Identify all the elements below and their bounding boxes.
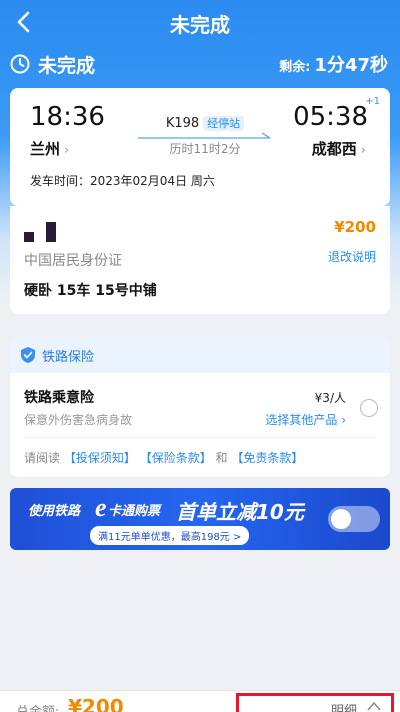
promo-subtext: 满11元单单优惠，最高198元 > [90,526,250,545]
chevron-right-icon: › [360,143,366,158]
countdown: 剩余: 1分47秒 [279,51,388,77]
order-status-label: 未完成 [38,54,96,77]
price-detail-button[interactable]: 明细 [236,693,394,712]
promo-headline: 首单立减10元 [176,500,304,524]
stops-button[interactable]: 经停站 [203,116,245,131]
disclaimer-link[interactable]: 【免责条款】 [231,451,303,465]
bottom-bar: 总金额: ¥200 明细 [0,690,400,712]
route-arrow-icon [138,132,271,139]
passenger-name-redacted [24,222,64,244]
insurance-terms: 请阅读 【投保须知】 【保险条款】 和 【免责条款】 [24,449,303,466]
trip-duration: 历时11时2分 [169,142,241,156]
insurance-radio[interactable] [360,399,378,417]
total-label: 总金额: [16,701,59,712]
refund-policy-link[interactable]: 退改说明 [328,248,376,265]
train-info: K198 经停站 [140,112,270,131]
top-bar: 未完成 [0,0,400,46]
insurance-price: ¥3/人 [314,391,346,405]
departure-time: 18:36 [30,102,105,132]
insurance-card: 铁路保险 铁路乘意险 保意外伤害急病身故 ¥3/人 选择其他产品 › 请阅读 【… [10,337,390,477]
passenger-card: ¥200 中国居民身份证 退改说明 硬卧 15车 15号中铺 [10,206,390,314]
promo-toggle[interactable] [328,506,380,532]
detail-label: 明细 [330,704,357,712]
insurance-notice-link[interactable]: 【投保须知】 [64,451,136,465]
insurance-product-name: 铁路乘意险 [24,390,94,406]
select-other-product-link[interactable]: 选择其他产品 › [265,411,346,428]
countdown-value: 1分47秒 [314,55,388,76]
back-chevron-icon [17,11,30,33]
back-button[interactable] [10,8,38,36]
chevron-right-icon: › [64,143,70,158]
insurance-product-desc: 保意外伤害急病身故 [24,413,133,427]
departure-station[interactable]: 兰州 › [30,138,69,159]
arrival-station[interactable]: 成都西 › [312,138,366,159]
total-value: ¥200 [68,695,124,712]
terms-prefix: 请阅读 [24,451,61,465]
toggle-knob [331,509,351,529]
id-type: 中国居民身份证 [24,253,122,269]
arrival-day-offset: +1 [365,96,380,107]
arrival-time: 05:38 [293,102,368,132]
shield-icon [21,347,35,363]
promo-banner[interactable]: 使用铁路 卡通购票 e 首单立减10元 满11元单单优惠，最高198元 > [10,488,390,550]
divider [24,437,376,438]
seat-info: 硬卧 15车 15号中铺 [24,283,157,299]
terms-and: 和 [215,451,228,465]
arrival-station-name: 成都西 [311,140,357,158]
ticket-price: ¥200 [334,218,376,236]
svg-text:e: e [95,493,107,522]
trip-card: 18:36 05:38 +1 兰州 › 成都西 › K198 经停站 历时11时2分 … [10,88,390,206]
insurance-clause-link[interactable]: 【保险条款】 [140,451,212,465]
countdown-label: 剩余: [279,60,311,75]
insurance-header: 铁路保险 [10,337,390,373]
departure-station-name: 兰州 [30,140,61,158]
chevron-up-icon [367,701,381,711]
order-status-row: 未完成 剩余: 1分47秒 [10,50,388,78]
departure-date: 发车时间：2023年02月04日 周六 [30,174,215,188]
insurance-title: 铁路保险 [42,349,95,365]
train-number: K198 [165,116,200,131]
promo-prefix: 使用铁路 [28,504,81,519]
e-card-logo-icon: e [95,493,107,522]
page-title: 未完成 [170,12,230,37]
clock-icon [10,54,30,74]
